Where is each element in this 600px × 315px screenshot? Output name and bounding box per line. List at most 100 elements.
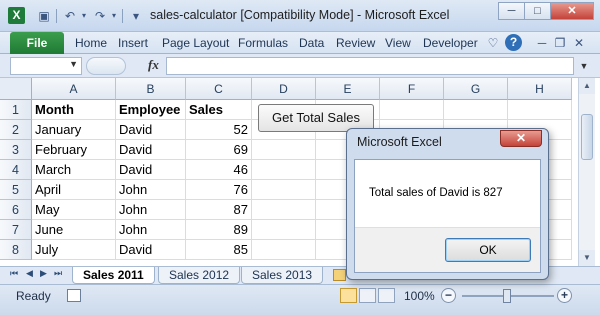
tab-developer[interactable]: Developer xyxy=(423,36,478,50)
cell-d4[interactable] xyxy=(252,160,316,180)
last-sheet-icon[interactable]: ⏭ xyxy=(54,268,62,279)
column-header-g[interactable]: G xyxy=(444,78,508,100)
undo-dropdown-icon[interactable]: ▾ xyxy=(76,8,92,24)
cell-f1[interactable] xyxy=(380,100,444,120)
cell-d7[interactable] xyxy=(252,220,316,240)
tab-sales-2013[interactable]: Sales 2013 xyxy=(241,267,324,284)
heart-icon[interactable]: ♡ xyxy=(486,35,500,51)
cell-c8[interactable]: 85 xyxy=(186,240,252,260)
ribbon-minimize-icon[interactable]: ─ xyxy=(535,35,549,51)
cell-b2[interactable]: David xyxy=(116,120,186,140)
cell-b3[interactable]: David xyxy=(116,140,186,160)
insert-function-icon[interactable]: fx xyxy=(148,57,159,73)
scroll-down-icon[interactable]: ▼ xyxy=(579,250,595,266)
ok-button[interactable]: OK xyxy=(445,238,531,262)
tab-sales-2011[interactable]: Sales 2011 xyxy=(72,267,155,284)
excel-logo-icon[interactable]: X xyxy=(8,7,25,24)
page-layout-view-icon[interactable] xyxy=(359,288,376,303)
vertical-scrollbar[interactable]: ▲ ▼ xyxy=(578,78,595,266)
row-header-4[interactable]: 4 xyxy=(0,160,32,180)
column-header-e[interactable]: E xyxy=(316,78,380,100)
cell-b8[interactable]: David xyxy=(116,240,186,260)
close-button[interactable]: ✕ xyxy=(550,2,594,20)
row-header-3[interactable]: 3 xyxy=(0,140,32,160)
row-header-8[interactable]: 8 xyxy=(0,240,32,260)
column-header-c[interactable]: C xyxy=(186,78,252,100)
expand-formula-bar-icon[interactable]: ▼ xyxy=(576,57,592,75)
cell-b7[interactable]: John xyxy=(116,220,186,240)
row-header-2[interactable]: 2 xyxy=(0,120,32,140)
cell-d5[interactable] xyxy=(252,180,316,200)
scroll-thumb[interactable] xyxy=(581,114,593,160)
cell-a7[interactable]: June xyxy=(32,220,116,240)
normal-view-icon[interactable] xyxy=(340,288,357,303)
tab-sales-2012[interactable]: Sales 2012 xyxy=(158,267,241,284)
row-header-7[interactable]: 7 xyxy=(0,220,32,240)
cell-d8[interactable] xyxy=(252,240,316,260)
column-header-f[interactable]: F xyxy=(380,78,444,100)
dialog-close-button[interactable]: ✕ xyxy=(500,130,542,147)
record-macro-icon[interactable] xyxy=(67,289,81,302)
help-icon[interactable]: ? xyxy=(505,34,522,51)
cell-b5[interactable]: John xyxy=(116,180,186,200)
cell-b1[interactable]: Employee xyxy=(116,100,186,120)
tab-formulas[interactable]: Formulas xyxy=(238,36,288,50)
formula-input[interactable] xyxy=(166,57,574,75)
cell-a8[interactable]: July xyxy=(32,240,116,260)
cell-b6[interactable]: John xyxy=(116,200,186,220)
customize-qat-icon[interactable]: ▾ xyxy=(128,8,144,24)
next-sheet-icon[interactable]: ▶ xyxy=(40,268,47,279)
zoom-level[interactable]: 100% xyxy=(404,289,435,303)
cell-c1[interactable]: Sales xyxy=(186,100,252,120)
cell-d3[interactable] xyxy=(252,140,316,160)
tab-view[interactable]: View xyxy=(385,36,411,50)
cell-a2[interactable]: January xyxy=(32,120,116,140)
name-box[interactable]: ▼ xyxy=(10,57,82,75)
minimize-button[interactable]: ─ xyxy=(498,2,525,20)
cell-c4[interactable]: 46 xyxy=(186,160,252,180)
formula-bar-resize-handle[interactable] xyxy=(86,57,126,75)
save-icon[interactable]: ▣ xyxy=(36,8,52,24)
ribbon-restore-icon[interactable]: ❐ xyxy=(553,35,567,51)
ribbon-close-icon[interactable]: ✕ xyxy=(572,35,586,51)
select-all-corner[interactable] xyxy=(0,78,32,100)
row-header-5[interactable]: 5 xyxy=(0,180,32,200)
tab-file[interactable]: File xyxy=(10,32,64,54)
tab-review[interactable]: Review xyxy=(336,36,375,50)
column-header-d[interactable]: D xyxy=(252,78,316,100)
cell-g1[interactable] xyxy=(444,100,508,120)
scroll-up-icon[interactable]: ▲ xyxy=(579,78,595,94)
tab-data[interactable]: Data xyxy=(299,36,324,50)
cell-a5[interactable]: April xyxy=(32,180,116,200)
column-header-h[interactable]: H xyxy=(508,78,572,100)
tab-page-layout[interactable]: Page Layout xyxy=(162,36,229,50)
prev-sheet-icon[interactable]: ◀ xyxy=(26,268,33,279)
cell-a4[interactable]: March xyxy=(32,160,116,180)
insert-worksheet-icon[interactable] xyxy=(333,269,346,281)
zoom-slider-thumb[interactable] xyxy=(503,289,511,303)
cell-a1[interactable]: Month xyxy=(32,100,116,120)
cell-h1[interactable] xyxy=(508,100,572,120)
row-header-1[interactable]: 1 xyxy=(0,100,32,120)
cell-c6[interactable]: 87 xyxy=(186,200,252,220)
tab-home[interactable]: Home xyxy=(75,36,107,50)
zoom-out-icon[interactable]: − xyxy=(441,288,456,303)
redo-dropdown-icon[interactable]: ▾ xyxy=(106,8,122,24)
cell-c7[interactable]: 89 xyxy=(186,220,252,240)
cell-c3[interactable]: 69 xyxy=(186,140,252,160)
cell-a6[interactable]: May xyxy=(32,200,116,220)
cell-b4[interactable]: David xyxy=(116,160,186,180)
tab-insert[interactable]: Insert xyxy=(118,36,148,50)
zoom-in-icon[interactable]: + xyxy=(557,288,572,303)
column-header-b[interactable]: B xyxy=(116,78,186,100)
page-break-preview-icon[interactable] xyxy=(378,288,395,303)
maximize-button[interactable]: □ xyxy=(524,2,551,20)
cell-d6[interactable] xyxy=(252,200,316,220)
row-header-6[interactable]: 6 xyxy=(0,200,32,220)
chevron-down-icon[interactable]: ▼ xyxy=(69,59,78,69)
cell-c5[interactable]: 76 xyxy=(186,180,252,200)
cell-c2[interactable]: 52 xyxy=(186,120,252,140)
first-sheet-icon[interactable]: ⏮ xyxy=(10,268,18,279)
cell-a3[interactable]: February xyxy=(32,140,116,160)
column-header-a[interactable]: A xyxy=(32,78,116,100)
